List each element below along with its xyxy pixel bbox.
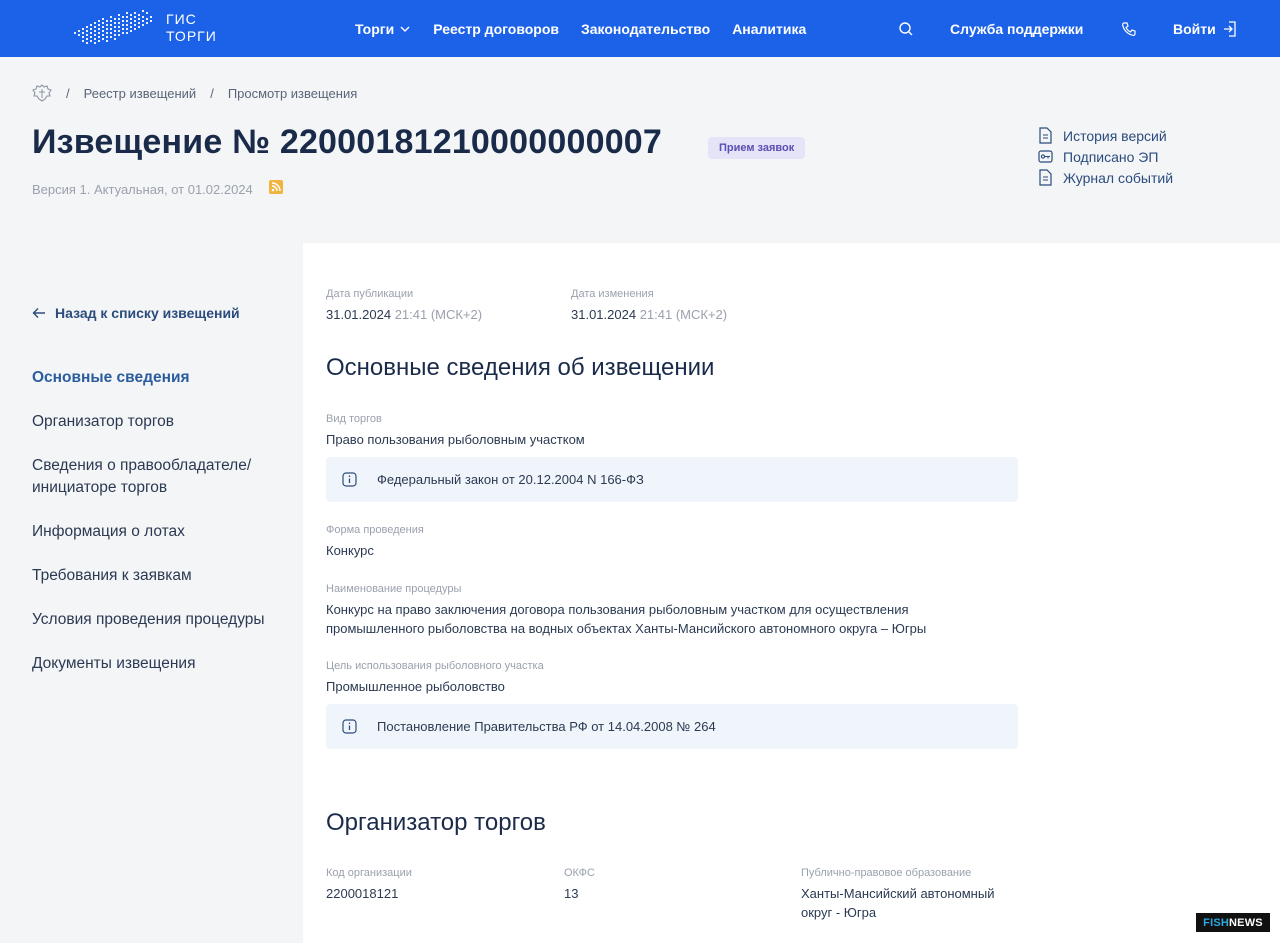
purpose-law-info: Постановление Правительства РФ от 14.04.… xyxy=(326,704,1018,749)
published-time: 21:41 (МСК+2) xyxy=(394,307,483,322)
changed-date-label: Дата изменения xyxy=(571,288,654,300)
support-link[interactable]: Служба поддержки xyxy=(950,0,1083,57)
search-icon xyxy=(899,21,913,35)
breadcrumb-separator: / xyxy=(210,85,214,101)
watermark-part-1: FISH xyxy=(1203,916,1230,929)
breadcrumb-separator: / xyxy=(66,85,70,101)
notice-content: Дата публикации 31.01.2024 21:41 (МСК+2)… xyxy=(303,243,1280,943)
login-label: Войти xyxy=(1173,20,1216,37)
toc-item-basic[interactable]: Основные сведения xyxy=(32,367,282,389)
breadcrumb: / Реестр извещений / Просмотр извещения xyxy=(32,83,357,103)
logo-line-2: ТОРГИ xyxy=(166,28,217,44)
document-icon xyxy=(1039,169,1052,186)
event-log-label: Журнал событий xyxy=(1063,169,1174,186)
form-label: Форма проведения xyxy=(326,524,424,536)
section-sidebar: Назад к списку извещений Основные сведен… xyxy=(0,243,303,943)
changed-time: 21:41 (МСК+2) xyxy=(639,307,728,322)
notice-actions: История версий Подписано ЭП Журнал событ… xyxy=(1038,125,1173,188)
type-value: Право пользования рыболовным участком xyxy=(326,432,585,447)
page-title: Извещение № 22000181210000000007 xyxy=(32,123,663,161)
status-badge: Прием заявок xyxy=(708,137,806,159)
purpose-value: Промышленное рыболовство xyxy=(326,679,505,694)
back-to-list-link[interactable]: Назад к списку извещений xyxy=(32,305,240,321)
info-icon xyxy=(342,719,357,734)
procedure-name-line-2: промышленного рыболовства на водных объе… xyxy=(326,621,927,636)
published-date: 31.01.2024 xyxy=(326,307,392,322)
coat-of-arms-icon[interactable] xyxy=(32,83,52,103)
top-navbar: ГИС ТОРГИ Торги Реестр договоров Законод… xyxy=(0,0,1280,57)
procedure-name-line-1: Конкурс на право заключения договора пол… xyxy=(326,602,909,617)
toc-item-organizer[interactable]: Организатор торгов xyxy=(32,411,282,433)
organizer-heading: Организатор торгов xyxy=(326,809,546,836)
org-code-value: 2200018121 xyxy=(326,886,399,901)
arrow-left-icon xyxy=(32,308,45,318)
okfs-value: 13 xyxy=(564,886,579,901)
watermark-part-2: NEWS xyxy=(1229,916,1263,929)
breadcrumb-view-notice: Просмотр извещения xyxy=(227,85,358,101)
version-info: Версия 1. Актуальная, от 01.02.2024 xyxy=(32,182,253,197)
org-code-label: Код организации xyxy=(326,867,412,879)
fishnews-watermark: FISH NEWS xyxy=(1196,913,1270,932)
event-log-link[interactable]: Журнал событий xyxy=(1038,167,1173,188)
version-history-label: История версий xyxy=(1063,127,1167,144)
okfs-label: ОКФС xyxy=(564,867,595,879)
toc-item-rightholder[interactable]: Сведения о правообладателе/ инициаторе т… xyxy=(32,455,282,499)
phone-button[interactable] xyxy=(1121,0,1137,57)
main-nav: Торги Реестр договоров Законодательство … xyxy=(355,0,828,57)
type-law-info: Федеральный закон от 20.12.2004 N 166-ФЗ xyxy=(326,457,1018,502)
logo-text: ГИС ТОРГИ xyxy=(166,11,217,45)
login-icon xyxy=(1223,20,1236,37)
signed-ep-label: Подписано ЭП xyxy=(1063,148,1159,165)
nav-item-torgi[interactable]: Торги xyxy=(355,21,411,37)
version-history-link[interactable]: История версий xyxy=(1038,125,1173,146)
chevron-down-icon xyxy=(400,26,410,32)
toc-item-conditions[interactable]: Условия проведения процедуры xyxy=(32,609,282,631)
type-label: Вид торгов xyxy=(326,413,382,425)
published-date-value: 31.01.2024 21:41 (МСК+2) xyxy=(326,305,482,324)
ppo-line-2: округ - Югра xyxy=(801,905,877,920)
russia-map-icon xyxy=(74,10,152,44)
login-button[interactable]: Войти xyxy=(1173,0,1237,57)
document-icon xyxy=(1039,127,1052,144)
phone-icon xyxy=(1122,21,1136,36)
ppo-label: Публично-правовое образование xyxy=(801,867,972,879)
ppo-value: Ханты-Мансийский автономный округ - Югра xyxy=(801,884,994,922)
purpose-law-text: Постановление Правительства РФ от 14.04.… xyxy=(377,719,716,734)
form-value: Конкурс xyxy=(326,543,374,558)
signed-ep-link[interactable]: Подписано ЭП xyxy=(1038,146,1173,167)
basic-info-heading: Основные сведения об извещении xyxy=(326,354,715,381)
nav-item-analytics[interactable]: Аналитика xyxy=(732,21,806,37)
rss-icon[interactable] xyxy=(268,179,284,195)
nav-item-contracts-registry[interactable]: Реестр договоров xyxy=(433,21,559,37)
toc-item-documents[interactable]: Документы извещения xyxy=(32,653,282,675)
changed-date: 31.01.2024 xyxy=(571,307,637,322)
breadcrumb-notices-registry[interactable]: Реестр извещений xyxy=(84,86,197,101)
logo-line-1: ГИС xyxy=(166,11,197,27)
gis-torgi-logo[interactable]: ГИС ТОРГИ xyxy=(72,6,232,50)
type-law-text: Федеральный закон от 20.12.2004 N 166-ФЗ xyxy=(377,472,644,487)
back-link-label: Назад к списку извещений xyxy=(55,305,240,321)
nav-item-legislation[interactable]: Законодательство xyxy=(581,21,710,37)
signature-key-icon xyxy=(1038,150,1053,163)
toc-item-lots[interactable]: Информация о лотах xyxy=(32,521,282,543)
toc-item-requirements[interactable]: Требования к заявкам xyxy=(32,565,282,587)
section-toc: Основные сведения Организатор торгов Све… xyxy=(32,367,282,697)
published-date-label: Дата публикации xyxy=(326,288,414,300)
changed-date-value: 31.01.2024 21:41 (МСК+2) xyxy=(571,305,727,324)
procedure-name-value: Конкурс на право заключения договора пол… xyxy=(326,600,926,638)
purpose-label: Цель использования рыболовного участка xyxy=(326,660,544,672)
nav-item-label: Торги xyxy=(355,20,395,37)
ppo-line-1: Ханты-Мансийский автономный xyxy=(801,886,995,901)
search-button[interactable] xyxy=(898,0,914,57)
procedure-name-label: Наименование процедуры xyxy=(326,583,462,595)
info-icon xyxy=(342,472,357,487)
notice-header: / Реестр извещений / Просмотр извещения … xyxy=(0,57,1280,243)
